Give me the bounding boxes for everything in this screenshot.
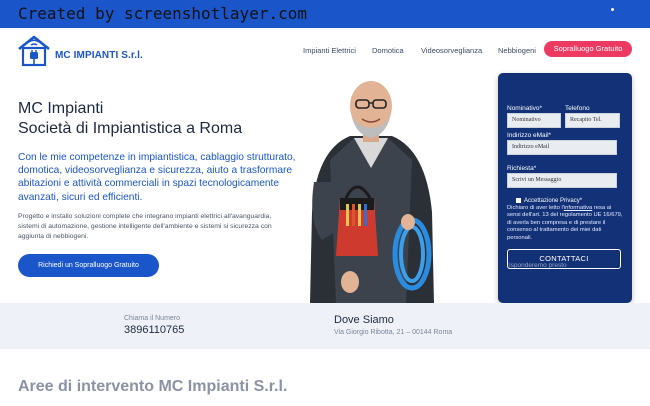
site-header: MC IMPIANTI S.r.l. Impianti Elettrici Do… [0,28,650,76]
technician-photo [310,81,434,304]
house-plug-icon[interactable] [16,32,52,68]
name-label: Nominativo* [507,105,543,112]
info-bar [0,303,650,349]
privacy-label: Accettazione Privacy* [524,198,583,204]
hero-title: MC Impianti Società di Impiantistica a R… [18,99,242,139]
privacy-link[interactable]: informativa [564,205,592,211]
areas-heading: Aree di intervento MC Impianti S.r.l. [18,378,288,395]
phone-number[interactable]: 3896110765 [124,324,184,336]
topbar-dot [611,8,614,11]
privacy-text-pre: Dichiaro di aver letto l' [507,205,564,211]
hero-body: Progetto e installo soluzioni complete c… [18,213,272,240]
request-inspection-button[interactable]: Richiedi un Sopralluogo Gratuito [18,254,159,277]
nav-nebbiogeni[interactable]: Nebbiogeni [498,46,536,55]
request-label: Richiesta* [507,165,537,172]
nav-sopralluogo-button[interactable]: Sopralluogo Gratuito [544,41,632,57]
name-input[interactable]: Nominativo [507,113,561,128]
hero-lead: Con le mie competenze in impiantistica, … [18,152,296,203]
request-textarea[interactable]: Scrivi un Messaggio [507,173,617,188]
watermark: Created by screenshotlayer.com [18,4,307,23]
hero-title-line1: MC Impianti [18,100,104,117]
location-address: Via Giorgio Ribotta, 21 – 00144 Roma [334,329,453,336]
nav-domotica[interactable]: Domotica [372,46,404,55]
reply-note: risponderemo presto [507,262,567,269]
hero-title-line2: Società di Impiantistica a Roma [18,120,243,137]
email-input[interactable]: Indirizzo eMail [507,140,617,155]
phone-label: Telefono [565,105,590,112]
nav-videosorveglianza[interactable]: Videosorveglianza [421,46,482,55]
call-label: Chiama il Numero [124,315,181,322]
privacy-text: Dichiaro di aver letto l'informativa res… [507,205,623,242]
email-label: Indirizzo eMail* [507,132,552,139]
location-title: Dove Siamo [334,314,394,326]
phone-input[interactable]: Recapito Tel. [565,113,620,128]
brand-name[interactable]: MC IMPIANTI S.r.l. [55,50,143,61]
privacy-checkbox[interactable] [516,198,521,203]
nav-impianti-elettrici[interactable]: Impianti Elettrici [303,46,356,55]
